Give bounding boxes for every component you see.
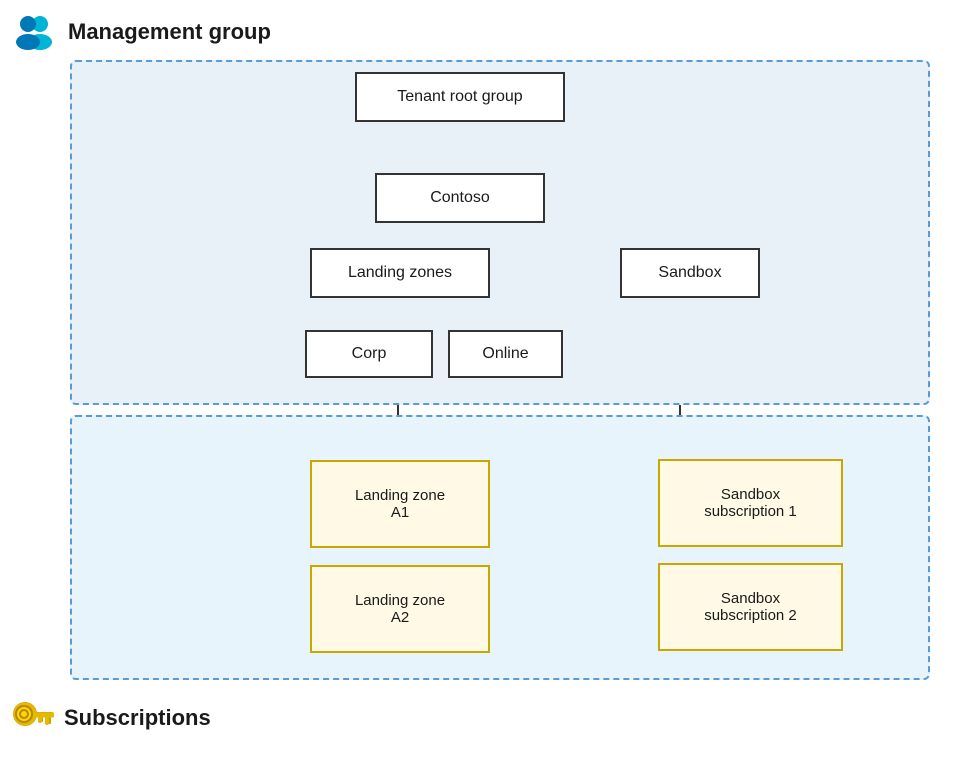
key-icon	[10, 696, 54, 740]
sandbox-subscription-1-node: Sandbox subscription 1	[658, 459, 843, 547]
management-group-header: Management group	[10, 8, 271, 56]
sandbox-subscription-2-node: Sandbox subscription 2	[658, 563, 843, 651]
tenant-root-node: Tenant root group	[355, 72, 565, 122]
management-group-label: Management group	[68, 19, 271, 45]
landing-zone-a2-node: Landing zone A2	[310, 565, 490, 653]
users-icon	[10, 8, 58, 56]
online-node: Online	[448, 330, 563, 378]
subscriptions-footer: Subscriptions	[10, 696, 211, 740]
contoso-node: Contoso	[375, 173, 545, 223]
landing-zones-node: Landing zones	[310, 248, 490, 298]
corp-node: Corp	[305, 330, 433, 378]
landing-zone-a1-node: Landing zone A1	[310, 460, 490, 548]
subscriptions-label: Subscriptions	[64, 705, 211, 731]
sandbox-node: Sandbox	[620, 248, 760, 298]
